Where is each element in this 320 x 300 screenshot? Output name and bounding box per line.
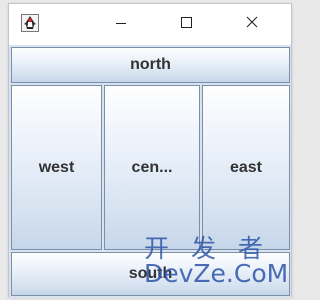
java-duke-icon[interactable] <box>21 14 39 32</box>
west-label: west <box>38 158 75 176</box>
south-button[interactable]: south <box>11 252 290 296</box>
east-button[interactable]: east <box>202 85 290 250</box>
app-window: north west cen... east south <box>8 3 292 298</box>
border-layout-panel: north west cen... east south <box>9 45 291 298</box>
title-bar[interactable] <box>9 4 291 43</box>
west-button[interactable]: west <box>11 85 102 250</box>
close-icon[interactable] <box>229 4 275 43</box>
north-button[interactable]: north <box>11 47 290 83</box>
east-label: east <box>229 158 263 176</box>
maximize-icon[interactable] <box>163 4 209 43</box>
south-label: south <box>128 265 173 282</box>
center-button[interactable]: cen... <box>104 85 200 250</box>
center-label: cen... <box>131 158 173 176</box>
north-label: north <box>130 56 171 73</box>
minimize-icon[interactable] <box>98 4 144 43</box>
